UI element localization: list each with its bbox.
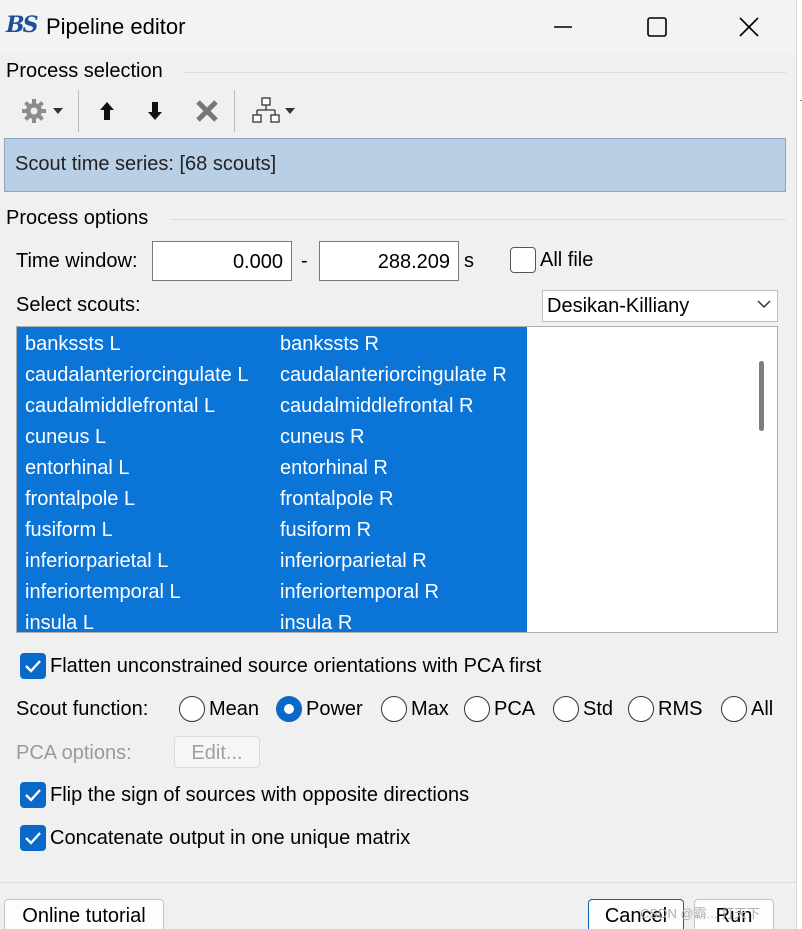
- radio-power-label: Power: [306, 698, 363, 720]
- checkmark-icon: [25, 660, 41, 673]
- maximize-icon: [647, 17, 667, 37]
- window-title: Pipeline editor: [46, 14, 186, 39]
- flatten-label: Flatten unconstrained source orientation…: [50, 655, 542, 677]
- footer-divider: [0, 882, 796, 883]
- flip-sign-checkbox[interactable]: [20, 782, 46, 808]
- minimize-button[interactable]: [540, 8, 586, 46]
- list-item[interactable]: bankssts R: [280, 329, 379, 360]
- list-item[interactable]: inferiortemporal R: [280, 577, 439, 608]
- process-options-label: Process options: [6, 207, 149, 229]
- list-item[interactable]: fusiform R: [280, 515, 371, 546]
- add-process-button[interactable]: [14, 90, 70, 132]
- radio-pca-label: PCA: [494, 698, 536, 720]
- radio-pca[interactable]: [464, 696, 490, 722]
- close-icon: [739, 17, 759, 37]
- process-selection-label: Process selection: [6, 60, 163, 82]
- delete-x-icon: [196, 100, 218, 122]
- radio-max[interactable]: [381, 696, 407, 722]
- time-end-input[interactable]: 288.209: [319, 241, 459, 281]
- divider: [184, 72, 786, 73]
- list-item[interactable]: caudalmiddlefrontal L: [25, 391, 215, 422]
- move-up-button[interactable]: [90, 90, 124, 132]
- list-item[interactable]: frontalpole R: [280, 484, 393, 515]
- atlas-dropdown-value: Desikan-Killiany: [547, 295, 690, 317]
- list-item[interactable]: insula R: [280, 608, 352, 632]
- background-window-edge: [796, 0, 802, 929]
- list-item[interactable]: fusiform L: [25, 515, 113, 546]
- list-item[interactable]: caudalanteriorcingulate R: [280, 360, 507, 391]
- checkmark-icon: [25, 789, 41, 802]
- toolbar-separator: [78, 90, 79, 132]
- select-scouts-label: Select scouts:: [16, 294, 141, 316]
- atlas-dropdown[interactable]: Desikan-Killiany: [542, 290, 778, 322]
- flip-sign-label: Flip the sign of sources with opposite d…: [50, 784, 470, 806]
- list-item[interactable]: cuneus L: [25, 422, 106, 453]
- list-item[interactable]: frontalpole L: [25, 484, 135, 515]
- radio-max-label: Max: [411, 698, 449, 720]
- radio-power[interactable]: [276, 696, 302, 722]
- radio-std[interactable]: [553, 696, 579, 722]
- pca-edit-button[interactable]: Edit...: [174, 736, 260, 768]
- list-item[interactable]: insula L: [25, 608, 94, 632]
- chevron-down-icon: [285, 108, 295, 114]
- time-window-label: Time window:: [16, 250, 138, 272]
- time-start-input[interactable]: 0.000: [152, 241, 292, 281]
- pipeline-tree-icon: [252, 97, 280, 123]
- list-item[interactable]: cuneus R: [280, 422, 365, 453]
- list-item[interactable]: entorhinal L: [25, 453, 130, 484]
- list-item[interactable]: bankssts L: [25, 329, 121, 360]
- concatenate-checkbox[interactable]: [20, 825, 46, 851]
- pca-options-label: PCA options:: [16, 742, 132, 764]
- scouts-scrollbar[interactable]: [745, 327, 777, 632]
- scout-function-label: Scout function:: [16, 698, 149, 720]
- list-item[interactable]: caudalmiddlefrontal R: [280, 391, 473, 422]
- pipeline-menu-button[interactable]: [246, 90, 302, 132]
- all-file-checkbox[interactable]: [510, 247, 536, 273]
- radio-mean-label: Mean: [209, 698, 260, 720]
- selected-process-row[interactable]: Scout time series: [68 scouts]: [4, 138, 786, 192]
- app-logo: BS: [6, 12, 39, 38]
- title-bar: BS Pipeline editor: [0, 0, 802, 54]
- online-tutorial-button[interactable]: Online tutorial: [4, 899, 164, 929]
- close-button[interactable]: [726, 8, 772, 46]
- radio-rms-label: RMS: [658, 698, 703, 720]
- chevron-down-icon: [757, 300, 771, 309]
- radio-all[interactable]: [721, 696, 747, 722]
- list-item[interactable]: inferiortemporal L: [25, 577, 181, 608]
- list-item[interactable]: entorhinal R: [280, 453, 388, 484]
- gear-icon: [22, 99, 46, 123]
- scouts-list[interactable]: bankssts L bankssts R caudalanteriorcing…: [16, 326, 778, 633]
- divider: [170, 219, 786, 220]
- process-toolbar: [10, 90, 310, 132]
- list-item[interactable]: inferiorparietal L: [25, 546, 168, 577]
- flatten-checkbox[interactable]: [20, 653, 46, 679]
- time-range-dash: -: [301, 250, 308, 272]
- watermark: CSDN @霸... 打天下: [640, 906, 761, 921]
- radio-std-label: Std: [583, 698, 614, 720]
- scrollbar-thumb[interactable]: [759, 361, 764, 431]
- minimize-icon: [554, 26, 572, 28]
- list-item[interactable]: caudalanteriorcingulate L: [25, 360, 249, 391]
- time-unit-label: s: [464, 250, 474, 272]
- delete-process-button[interactable]: [188, 90, 226, 132]
- list-item[interactable]: inferiorparietal R: [280, 546, 427, 577]
- radio-rms[interactable]: [628, 696, 654, 722]
- toolbar-separator: [234, 90, 235, 132]
- move-down-button[interactable]: [138, 90, 172, 132]
- radio-mean[interactable]: [179, 696, 205, 722]
- checkmark-icon: [25, 832, 41, 845]
- radio-all-label: All: [751, 698, 774, 720]
- arrow-down-icon: [148, 102, 162, 120]
- maximize-button[interactable]: [634, 8, 680, 46]
- concatenate-label: Concatenate output in one unique matrix: [50, 827, 411, 849]
- all-file-label: All file: [540, 249, 594, 271]
- arrow-up-icon: [100, 102, 114, 120]
- chevron-down-icon: [53, 108, 63, 114]
